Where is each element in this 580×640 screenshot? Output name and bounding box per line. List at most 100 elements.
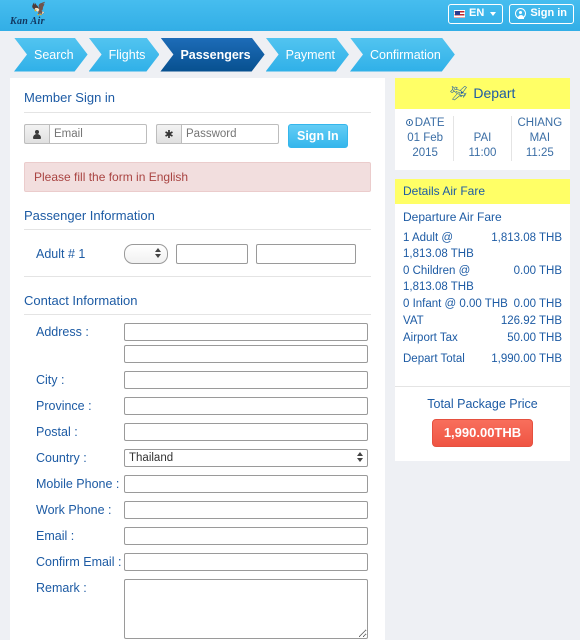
province-input[interactable] (124, 397, 368, 415)
fare-line: 1 Adult @ 1,813.08 THB 1,813.08 THB (403, 230, 562, 262)
fare-line-desc: Airport Tax (403, 332, 458, 344)
country-select-value: Thailand (129, 452, 174, 464)
total-package-label: Total Package Price (427, 397, 538, 411)
passenger-title-select[interactable] (124, 244, 168, 264)
field-address2 (24, 345, 371, 363)
field-address: Address : (24, 323, 371, 341)
flight-date-cell: DATE 01 Feb 2015 (397, 116, 453, 161)
field-label: Postal : (36, 425, 78, 439)
depart-card: 🛩 Depart DATE 01 Feb 2015 PAI 11:00 CHIA… (395, 78, 570, 170)
member-signin-button[interactable]: Sign In (288, 124, 348, 148)
step-search[interactable]: Search (14, 38, 88, 72)
country-select[interactable]: Thailand (124, 449, 368, 467)
depart-header: 🛩 Depart (395, 78, 570, 109)
asterisk-icon: ✱ (156, 124, 181, 144)
step-confirmation[interactable]: Confirmation (350, 38, 455, 72)
field-label: Country : (36, 451, 87, 465)
email-input[interactable] (49, 124, 147, 144)
fare-body: Departure Air Fare 1 Adult @ 1,813.08 TH… (395, 204, 570, 376)
fare-line-amount: 126.92 (500, 315, 536, 327)
fare-line-currency: THB (539, 332, 562, 344)
stepper-arrows-icon (155, 248, 161, 258)
work-phone-input[interactable] (124, 501, 368, 519)
fare-line-amount: 0.00 (513, 298, 536, 310)
summary-panel: 🛩 Depart DATE 01 Feb 2015 PAI 11:00 CHIA… (395, 78, 570, 461)
breadcrumb-steps: Search Flights Passengers Payment Confir… (0, 31, 580, 78)
step-label: Passengers (180, 47, 251, 62)
fare-total-line: Depart Total 1,990.00 THB (403, 351, 562, 367)
city-input[interactable] (124, 371, 368, 389)
contact-email-input[interactable] (124, 527, 368, 545)
fare-line-desc: 0 Infant @ 0.00 THB (403, 298, 508, 310)
step-passengers[interactable]: Passengers (160, 38, 264, 72)
address-input[interactable] (124, 323, 368, 341)
field-mobile-phone: Mobile Phone : (24, 475, 371, 493)
language-selector[interactable]: EN (448, 4, 504, 24)
field-postal: Postal : (24, 423, 371, 441)
field-label: City : (36, 373, 65, 387)
fare-card: Details Air Fare Departure Air Fare 1 Ad… (395, 179, 570, 461)
alert-message: Please fill the form in English (24, 162, 371, 192)
step-label: Search (34, 47, 74, 62)
chevron-down-icon (490, 11, 497, 16)
signin-button[interactable]: Sign in (509, 4, 574, 24)
passenger-row: Adult # 1 (24, 244, 371, 277)
step-flights[interactable]: Flights (89, 38, 160, 72)
person-icon (515, 8, 527, 19)
postal-input[interactable] (124, 423, 368, 441)
step-label: Payment (285, 47, 335, 62)
contact-information-title: Contact Information (24, 293, 371, 315)
fare-line-currency: THB (539, 315, 562, 327)
flight-info: DATE 01 Feb 2015 PAI 11:00 CHIANG MAI 11… (395, 109, 570, 170)
flight-date-line1: 01 Feb (407, 132, 444, 144)
confirm-email-input[interactable] (124, 553, 368, 571)
remark-textarea[interactable] (124, 579, 368, 639)
field-label: Remark : (36, 581, 87, 595)
form-panel: Member Sign in ✱ Sign In Please fill the… (10, 78, 385, 640)
field-label (24, 345, 124, 347)
fare-total-label: Depart Total (403, 353, 465, 365)
flight-date-head: DATE (397, 116, 453, 131)
flight-origin-cell: PAI 11:00 (453, 116, 510, 161)
step-payment[interactable]: Payment (266, 38, 349, 72)
signin-button-label: Sign in (530, 7, 567, 19)
field-confirm-email: Confirm Email : (24, 553, 371, 571)
fare-header: Details Air Fare (395, 179, 570, 204)
fare-line-desc: VAT (403, 315, 424, 327)
flight-origin-time: 11:00 (468, 147, 497, 159)
fare-line-desc: 1 Adult @ 1,813.08 THB (403, 232, 474, 260)
member-signin-row: ✱ Sign In (24, 124, 371, 148)
field-city: City : (24, 371, 371, 389)
top-bar: 🦅 Kan Air EN Sign in (0, 0, 580, 31)
total-package-price[interactable]: 1,990.00THB (431, 419, 534, 447)
passenger-information-title: Passenger Information (24, 208, 371, 230)
stepper-arrows-icon (357, 452, 363, 462)
flight-destination-time: 11:25 (525, 147, 554, 159)
flight-destination-line1: CHIANG (517, 117, 563, 129)
password-input[interactable] (181, 124, 279, 144)
fare-line-amount: 1,813.08 (491, 232, 536, 244)
step-label: Confirmation (369, 47, 441, 62)
address2-input[interactable] (124, 345, 368, 363)
mobile-phone-input[interactable] (124, 475, 368, 493)
field-label: Mobile Phone : (36, 477, 120, 491)
fare-total-currency: THB (539, 353, 562, 365)
email-input-group (24, 124, 147, 144)
passenger-firstname-input[interactable] (176, 244, 248, 264)
passenger-row-label: Adult # 1 (36, 247, 86, 261)
passenger-lastname-input[interactable] (256, 244, 356, 264)
field-country: Country : Thailand (24, 449, 371, 467)
language-label: EN (469, 7, 485, 19)
flight-date-line2: 2015 (412, 147, 438, 159)
field-email: Email : (24, 527, 371, 545)
field-label: Work Phone : (36, 503, 112, 517)
person-icon (24, 124, 49, 144)
field-remark: Remark : (24, 579, 371, 639)
bird-icon: 🦅 (30, 0, 51, 19)
member-signin-title: Member Sign in (24, 90, 371, 113)
flight-destination-line2: MAI (529, 132, 551, 144)
fare-line: Airport Tax 50.00 THB (403, 330, 562, 346)
fare-line-currency: THB (539, 265, 562, 277)
fare-line: VAT 126.92 THB (403, 313, 562, 329)
logo[interactable]: 🦅 Kan Air (6, 0, 70, 31)
